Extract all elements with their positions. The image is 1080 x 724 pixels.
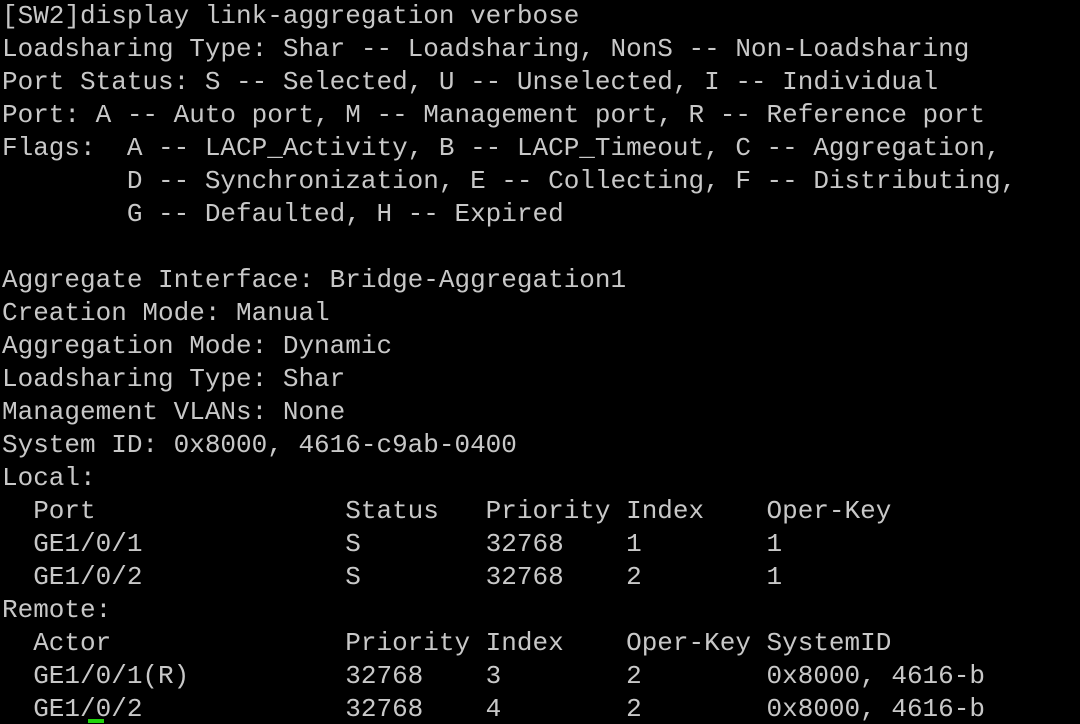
remote-section-label: Remote: <box>2 595 112 625</box>
legend-flags-1: Flags: A -- LACP_Activity, B -- LACP_Tim… <box>2 133 1001 163</box>
legend-port-status: Port Status: S -- Selected, U -- Unselec… <box>2 67 939 97</box>
aggregation-mode-line: Aggregation Mode: Dynamic <box>2 331 393 361</box>
aggregate-interface-line: Aggregate Interface: Bridge-Aggregation1 <box>2 265 627 295</box>
terminal-cursor <box>88 719 104 723</box>
creation-mode-line: Creation Mode: Manual <box>2 298 330 328</box>
terminal-window[interactable]: [SW2]display link-aggregation verbose Lo… <box>0 0 1080 724</box>
system-id-line: System ID: 0x8000, 4616-c9ab-0400 <box>2 430 517 460</box>
legend-loadsharing-type: Loadsharing Type: Shar -- Loadsharing, N… <box>2 34 970 64</box>
legend-port: Port: A -- Auto port, M -- Management po… <box>2 100 985 130</box>
remote-table-row: GE1/0/2 32768 4 2 0x8000, 4616-b <box>2 694 985 724</box>
management-vlans-line: Management VLANs: None <box>2 397 346 427</box>
command-line: [SW2]display link-aggregation verbose <box>2 1 580 31</box>
local-table-row: GE1/0/2 S 32768 2 1 <box>2 562 783 592</box>
legend-flags-2: D -- Synchronization, E -- Collecting, F… <box>2 166 1017 196</box>
loadsharing-type-line: Loadsharing Type: Shar <box>2 364 346 394</box>
remote-table-row: GE1/0/1(R) 32768 3 2 0x8000, 4616-b <box>2 661 985 691</box>
remote-table-header: Actor Priority Index Oper-Key SystemID <box>2 628 892 658</box>
local-table-row: GE1/0/1 S 32768 1 1 <box>2 529 783 559</box>
local-section-label: Local: <box>2 463 96 493</box>
local-table-header: Port Status Priority Index Oper-Key <box>2 496 892 526</box>
legend-flags-3: G -- Defaulted, H -- Expired <box>2 199 564 229</box>
